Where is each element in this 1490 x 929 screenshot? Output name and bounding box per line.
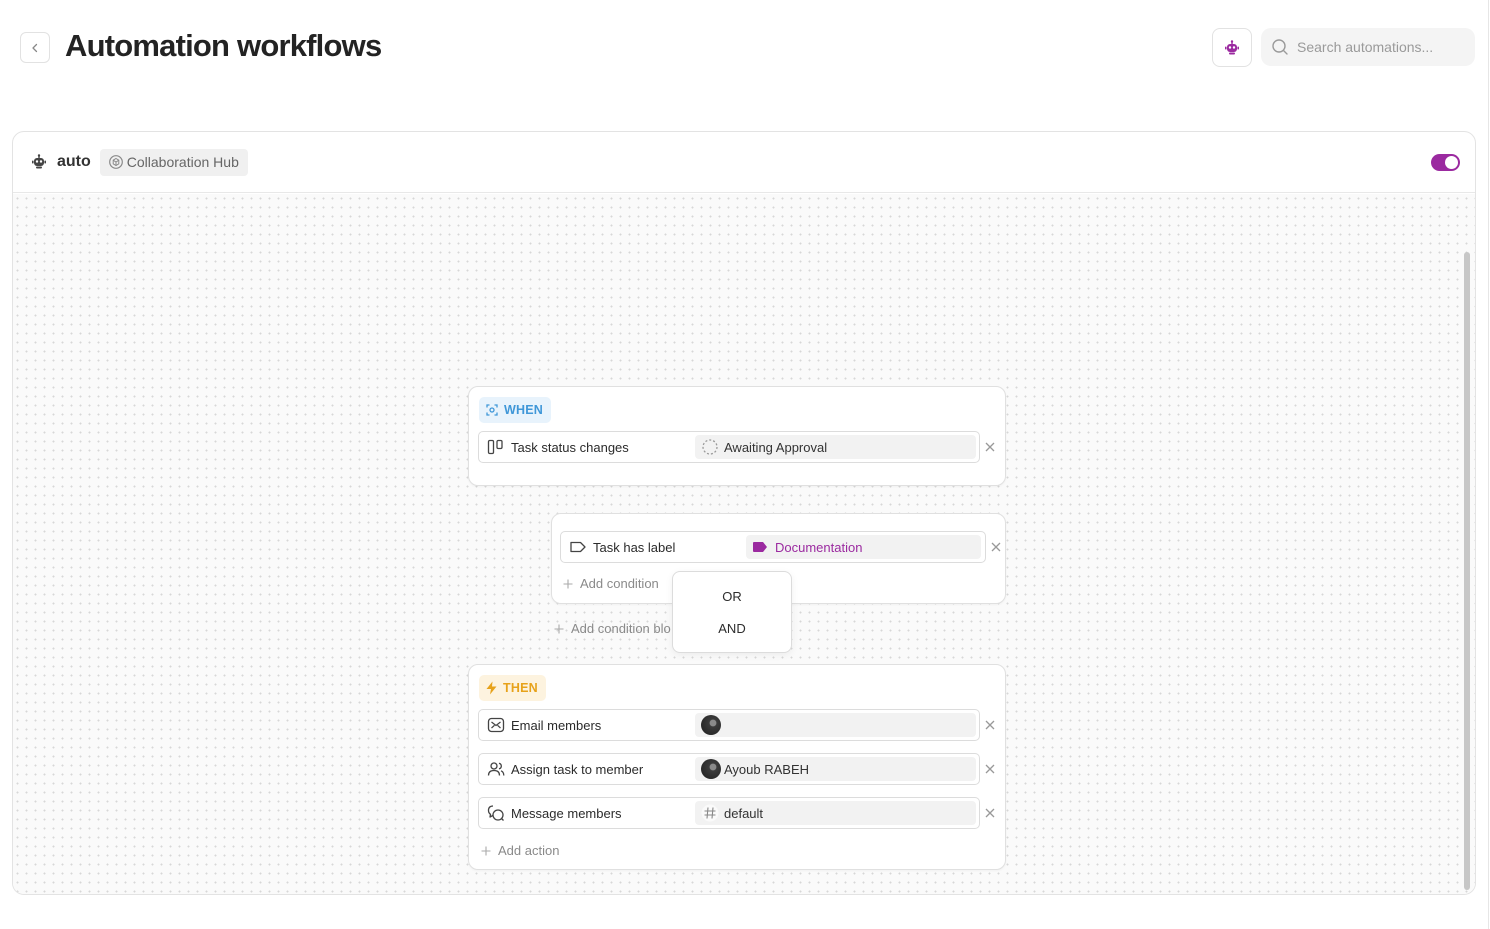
remove-trigger-button[interactable] (983, 440, 997, 454)
search-input[interactable] (1297, 39, 1467, 55)
operator-option-and[interactable]: AND (673, 621, 791, 636)
automation-name[interactable]: auto (57, 153, 91, 171)
hub-name: Collaboration Hub (126, 154, 239, 170)
close-icon (985, 442, 995, 452)
remove-action-button[interactable] (983, 806, 997, 820)
page-divider (1488, 0, 1489, 929)
hub-icon (108, 155, 123, 169)
plus-icon (563, 579, 573, 588)
when-label: WHEN (504, 403, 543, 417)
add-action-button[interactable]: Add action (481, 843, 559, 858)
operator-menu: OR AND (672, 571, 792, 653)
canvas-scrollbar[interactable] (1464, 252, 1470, 890)
automation-card-header: auto Collaboration Hub (13, 132, 1475, 193)
status-value[interactable]: Awaiting Approval (695, 435, 976, 459)
board-icon (481, 439, 511, 455)
status-text: Awaiting Approval (724, 439, 828, 455)
label-text: Documentation (775, 539, 863, 555)
label-icon (563, 540, 593, 554)
label-tag-icon (753, 542, 767, 552)
close-icon (985, 764, 995, 774)
trigger-label: Task status changes (511, 439, 629, 455)
users-icon (481, 761, 511, 777)
remove-condition-button[interactable] (989, 540, 1003, 554)
action-label: Message members (511, 805, 622, 821)
condition-label: Task has label (593, 539, 676, 555)
operator-option-or[interactable]: OR (673, 589, 791, 604)
plus-icon (554, 624, 564, 633)
toggle-knob (1445, 156, 1458, 169)
condition-row[interactable]: Task has label Documentation (560, 531, 986, 563)
back-button[interactable] (20, 32, 50, 63)
robot-icon (1225, 39, 1239, 54)
chevron-left-icon (32, 43, 38, 52)
add-action-label: Add action (498, 843, 560, 858)
page-title: Automation workflows (65, 28, 382, 63)
close-icon (985, 808, 995, 818)
add-condition-block-button[interactable]: Add condition blo (554, 621, 672, 636)
trigger-row[interactable]: Task status changes Awaiting Approval (478, 431, 980, 463)
action-row-email[interactable]: Email members (478, 709, 980, 741)
close-icon (991, 542, 1001, 552)
member-avatar (701, 715, 721, 735)
then-tag: THEN (479, 675, 546, 701)
label-value[interactable]: Documentation (746, 535, 981, 559)
action-row-message[interactable]: Message members default (478, 797, 980, 829)
search-icon (1272, 39, 1288, 55)
member-avatar (701, 759, 721, 779)
assignee-name: Ayoub RABEH (724, 761, 810, 777)
email-recipients-value[interactable] (695, 713, 976, 737)
lightning-icon (486, 681, 497, 695)
then-block: THEN Email members Assign task to member… (468, 664, 1006, 870)
add-condition-label: Add condition (580, 576, 659, 591)
close-icon (985, 720, 995, 730)
trigger-icon (486, 404, 498, 416)
chat-icon (481, 804, 511, 822)
assignee-value[interactable]: Ayoub RABEH (695, 757, 976, 781)
automation-enabled-toggle[interactable] (1431, 154, 1460, 171)
remove-action-button[interactable] (983, 762, 997, 776)
hash-icon (701, 804, 719, 822)
channel-name: default (724, 805, 764, 821)
automation-bot-button[interactable] (1212, 28, 1252, 67)
channel-value[interactable]: default (695, 801, 976, 825)
add-condition-block-label: Add condition blo (571, 621, 671, 636)
action-label: Assign task to member (511, 761, 644, 777)
when-tag: WHEN (479, 397, 551, 423)
email-icon (481, 717, 511, 733)
add-condition-button[interactable]: Add condition (563, 576, 659, 591)
robot-icon (32, 154, 46, 169)
status-loading-icon (702, 439, 718, 455)
when-block: WHEN Task status changes Awaiting Approv… (468, 386, 1006, 486)
then-label: THEN (503, 681, 538, 695)
plus-icon (481, 846, 491, 855)
remove-action-button[interactable] (983, 718, 997, 732)
action-label: Email members (511, 717, 602, 733)
hub-badge: Collaboration Hub (99, 148, 248, 176)
action-row-assign[interactable]: Assign task to member Ayoub RABEH (478, 753, 980, 785)
search-box[interactable] (1261, 28, 1475, 66)
